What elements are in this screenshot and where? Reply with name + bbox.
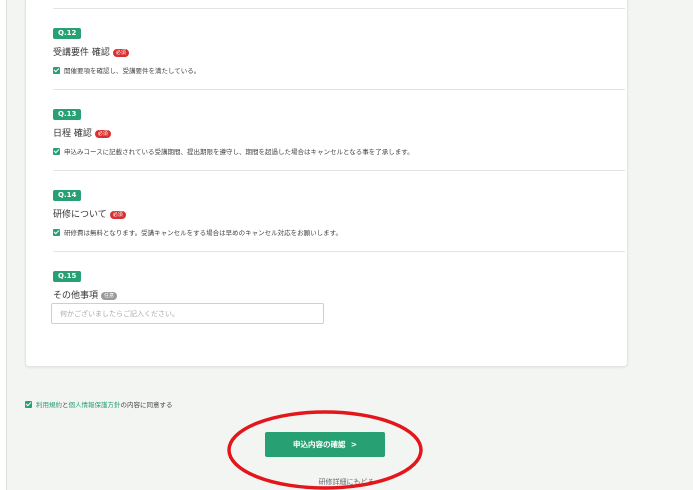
required-badge: 必須 (112, 49, 129, 57)
question-q13: Q.13 日程 確認 必須 申込みコースに記載されている受講期間、提出期限を遵守し… (53, 101, 414, 157)
question-number-badge: Q.13 (53, 109, 82, 120)
question-q12: Q.12 受講要件 確認 必須 開催要項を確認し、受講要件を満たしている。 (53, 20, 200, 76)
question-title: 日程 確認 必須 (53, 128, 414, 140)
question-q15: Q.15 その他事項 任意 (53, 263, 118, 302)
question-number-badge: Q.15 (53, 271, 82, 282)
divider (53, 251, 625, 252)
terms-agree-checkbox[interactable] (25, 401, 32, 408)
back-link-text: 研修詳細にもどる (318, 478, 375, 486)
checkbox-checked-icon[interactable] (53, 229, 60, 236)
required-badge: 必須 (109, 211, 126, 219)
checkbox-label: 開催要項を確認し、受講要件を満たしている。 (64, 67, 201, 75)
checkbox-label: 研修費は無料となります。受講キャンセルをする場合は早めのキャンセル対応をお願いし… (64, 229, 343, 237)
terms-agreement-row: 利用規約と個人情報保護方針の内容に同意する (25, 399, 173, 409)
question-title-text: 受講要件 確認 (53, 48, 110, 58)
left-panel-edge (0, 0, 7, 490)
question-title-text: 研修について (53, 210, 107, 220)
question-number-badge: Q.14 (53, 190, 82, 201)
privacy-policy-link[interactable]: 個人情報保護方針 (69, 401, 121, 409)
question-number-badge: Q.12 (53, 28, 82, 39)
divider (53, 8, 625, 9)
required-badge: 必須 (94, 130, 111, 138)
question-title-text: 日程 確認 (53, 129, 92, 139)
agreement-checkbox-row[interactable]: 開催要項を確認し、受講要件を満たしている。 (53, 66, 200, 76)
back-to-course-link[interactable]: 研修詳細にもどる (0, 477, 693, 487)
agreement-checkbox-row[interactable]: 申込みコースに記載されている受講期間、提出期限を遵守し、期間を超過した場合はキャ… (53, 147, 414, 157)
divider (53, 89, 625, 90)
confirm-application-button[interactable]: 申込内容の確認 > (265, 432, 385, 457)
agreement-checkbox-row[interactable]: 研修費は無料となります。受講キャンセルをする場合は早めのキャンセル対応をお願いし… (53, 228, 342, 238)
question-q14: Q.14 研修について 必須 研修費は無料となります。受講キャンセルをする場合は早… (53, 182, 342, 238)
chevron-right-icon: > (350, 440, 358, 449)
question-title: 受講要件 確認 必須 (53, 47, 200, 59)
optional-badge: 任意 (101, 292, 118, 300)
other-notes-input[interactable] (51, 303, 324, 324)
terms-link[interactable]: 利用規約 (36, 401, 62, 409)
checkbox-label: 申込みコースに記載されている受講期間、提出期限を遵守し、期間を超過した場合はキャ… (64, 148, 414, 156)
question-title: その他事項 任意 (53, 290, 118, 302)
checkbox-checked-icon[interactable] (53, 67, 60, 74)
checkbox-checked-icon[interactable] (53, 148, 60, 155)
question-title: 研修について 必須 (53, 209, 342, 221)
confirm-button-label: 申込内容の確認 (292, 440, 346, 449)
agreement-suffix: の内容に同意する (120, 401, 173, 409)
question-title-text: その他事項 (53, 291, 99, 301)
divider (53, 170, 625, 171)
